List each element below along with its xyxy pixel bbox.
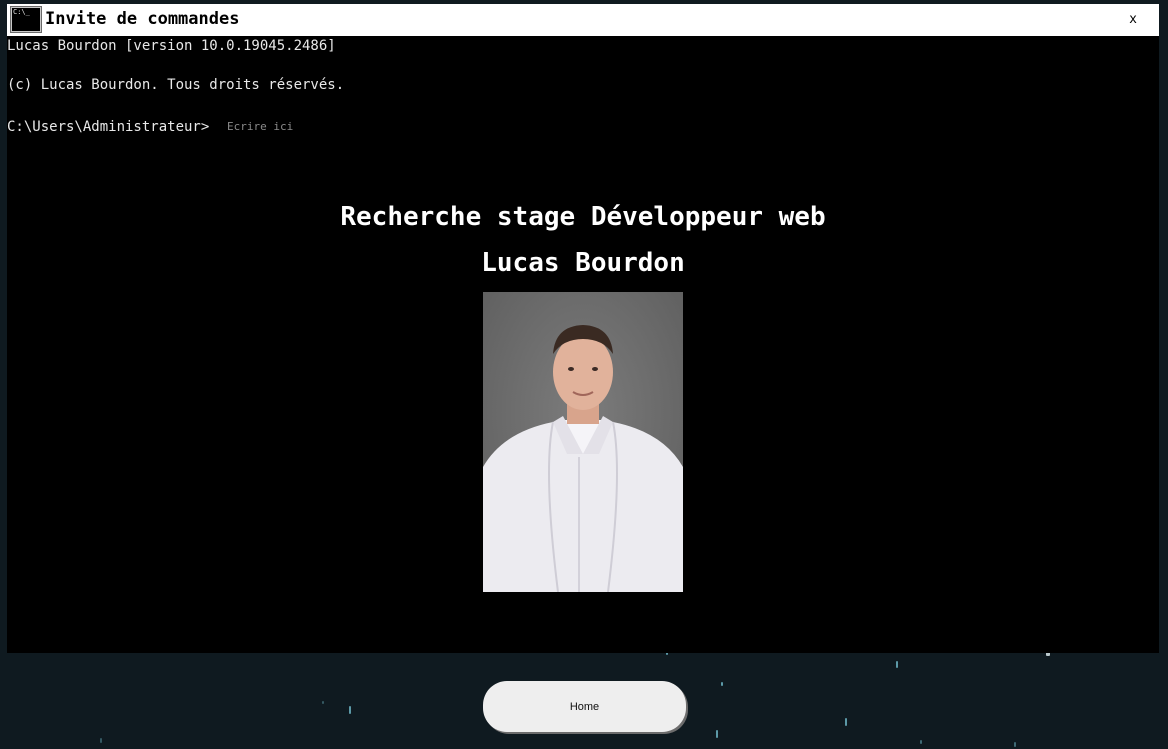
person-name: Lucas Bourdon	[481, 248, 685, 278]
terminal-icon: C:\_	[10, 6, 42, 33]
star	[920, 740, 922, 744]
copyright-line: (c) Lucas Bourdon. Tous droits réservés.	[7, 77, 345, 93]
window-title: Invite de commandes	[45, 9, 240, 29]
home-button[interactable]: Home	[483, 681, 686, 732]
profile-photo	[483, 292, 683, 592]
star	[721, 682, 723, 686]
prompt-path: C:\Users\Administrateur>	[7, 119, 210, 135]
close-button[interactable]: x	[1125, 11, 1141, 29]
star	[845, 718, 847, 726]
star	[716, 730, 718, 738]
page-headline: Recherche stage Développeur web	[340, 202, 826, 232]
command-input[interactable]	[223, 117, 531, 135]
star	[322, 701, 324, 704]
star	[1014, 742, 1016, 747]
star	[896, 661, 898, 668]
command-prompt-window: C:\_ Invite de commandes x Lucas Bourdon…	[7, 4, 1159, 653]
version-line: Lucas Bourdon [version 10.0.19045.2486]	[7, 38, 336, 54]
prompt-row: C:\Users\Administrateur>	[7, 116, 531, 136]
star	[100, 738, 102, 743]
window-titlebar: C:\_ Invite de commandes x	[7, 4, 1159, 36]
star	[349, 706, 351, 714]
